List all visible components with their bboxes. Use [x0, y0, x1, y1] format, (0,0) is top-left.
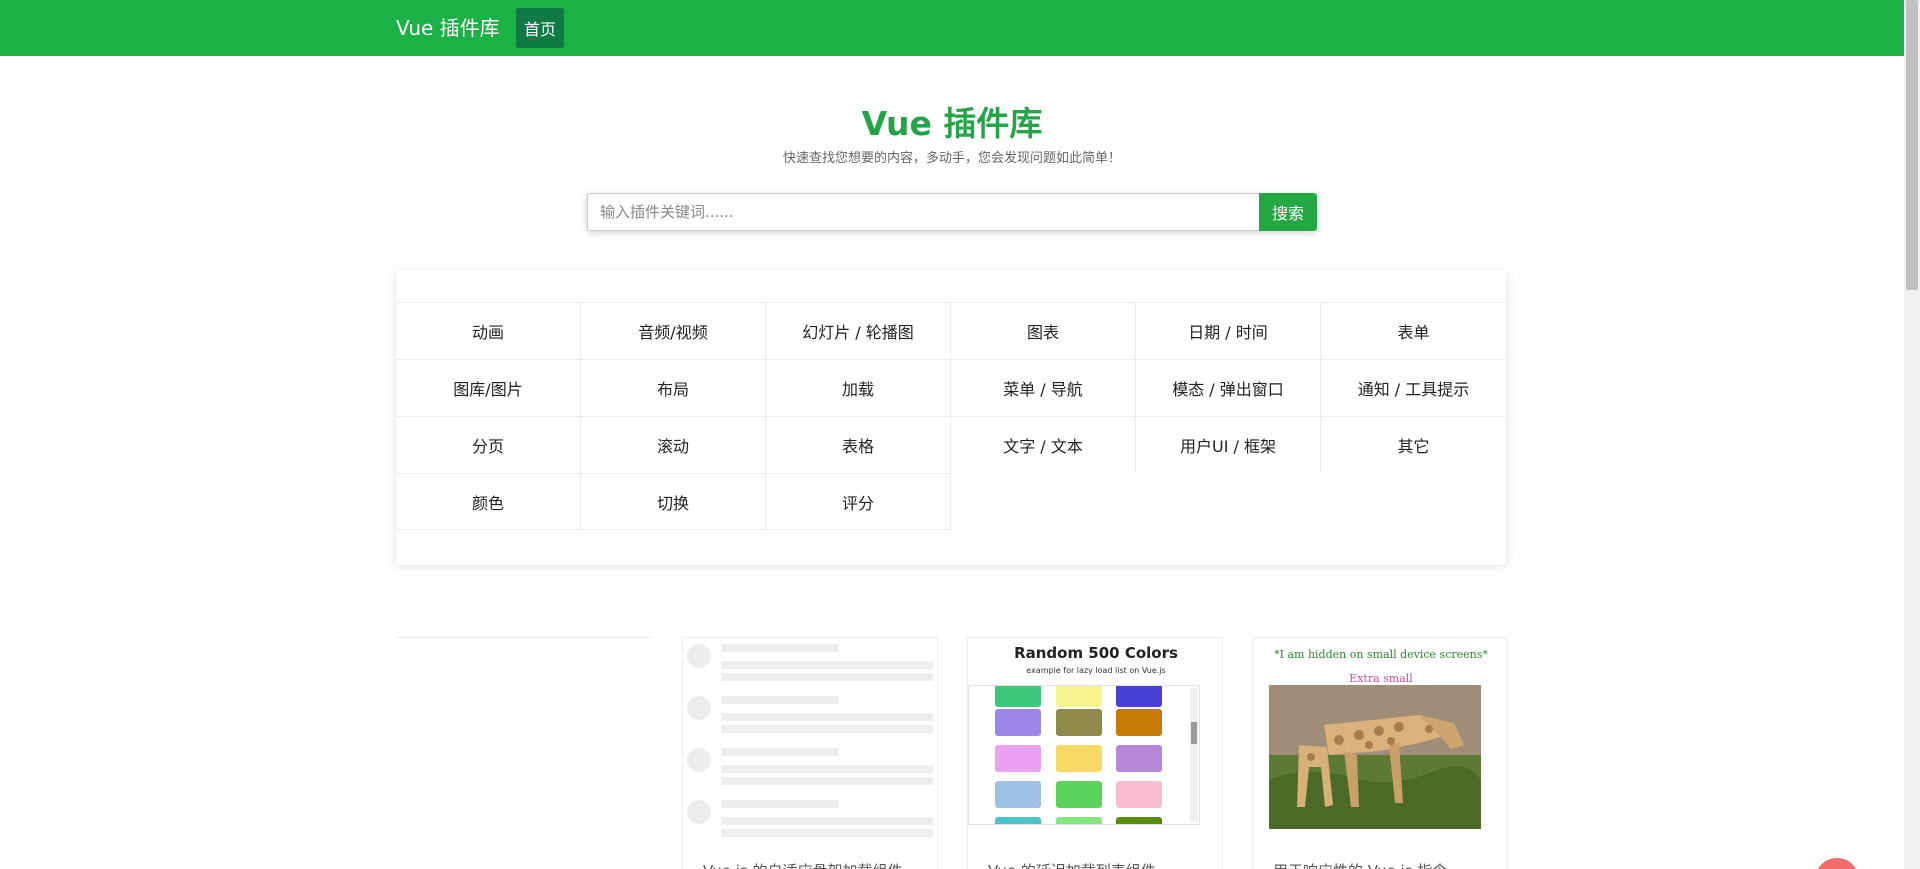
color-swatch	[995, 781, 1041, 808]
category-grid: 动画 音频/视频 幻灯片 / 轮播图 图表 日期 / 时间 表单 图库/图片 布…	[396, 302, 1506, 530]
skeleton-avatar	[687, 644, 711, 668]
skeleton-row	[687, 642, 933, 692]
skeleton-line	[721, 765, 933, 773]
card-placeholder-divider	[396, 637, 652, 638]
skeleton-line	[721, 696, 839, 704]
card-image-caption: *I am hidden on small device screens*	[1274, 648, 1488, 661]
skeleton-avatar	[687, 800, 711, 824]
color-swatch	[1116, 686, 1162, 707]
skeleton-line	[721, 748, 839, 756]
page-subtitle: 快速查找您想要的内容，多动手，您会发现问题如此简单！	[782, 151, 1121, 166]
category-item[interactable]: 表格	[766, 416, 951, 473]
category-item[interactable]: 文字 / 文本	[951, 416, 1136, 473]
skeleton-line	[721, 725, 933, 733]
color-swatch	[1116, 709, 1162, 736]
skeleton-line	[721, 817, 933, 825]
page-scrollbar[interactable]	[1904, 0, 1920, 869]
category-item[interactable]: 音频/视频	[581, 302, 766, 359]
category-item[interactable]: 菜单 / 导航	[951, 359, 1136, 416]
card-title[interactable]: 用于响应性的 Vue.js 指令	[1273, 860, 1447, 869]
color-swatch	[1056, 709, 1102, 736]
category-item[interactable]: 分页	[396, 416, 581, 473]
skeleton-row	[687, 746, 933, 796]
category-item[interactable]: 布局	[581, 359, 766, 416]
skeleton-row	[687, 694, 933, 744]
plugin-card[interactable]: Random 500 Colors example for lazy load …	[967, 637, 1223, 869]
card-title[interactable]: Vue.js 的自适应骨架加载组件	[703, 860, 903, 869]
top-navbar: Vue 插件库 首页	[0, 0, 1904, 56]
category-item[interactable]: 滚动	[581, 416, 766, 473]
color-swatch	[995, 745, 1041, 772]
skeleton-line	[721, 829, 933, 837]
color-swatch	[1056, 817, 1102, 824]
color-swatch	[995, 709, 1041, 736]
category-panel: 动画 音频/视频 幻灯片 / 轮播图 图表 日期 / 时间 表单 图库/图片 布…	[396, 270, 1506, 565]
card-title[interactable]: Vue 的延迟加载列表组件	[988, 860, 1156, 869]
category-item[interactable]: 图表	[951, 302, 1136, 359]
page-scrollbar-thumb[interactable]	[1906, 0, 1918, 290]
color-swatch	[995, 686, 1041, 707]
skeleton-line	[721, 713, 933, 721]
plugin-card[interactable]: *I am hidden on small device screens* Ex…	[1252, 637, 1508, 869]
category-item[interactable]: 其它	[1321, 416, 1506, 473]
card-image-subtitle: example for lazy load list on Vue.js	[1026, 666, 1166, 675]
category-item[interactable]: 日期 / 时间	[1136, 302, 1321, 359]
skeleton-line	[721, 661, 933, 669]
color-list-preview	[968, 685, 1200, 825]
category-item[interactable]: 动画	[396, 302, 581, 359]
category-item[interactable]: 切换	[581, 473, 766, 530]
category-item[interactable]: 图库/图片	[396, 359, 581, 416]
floating-badge[interactable]	[1815, 858, 1859, 869]
giraffe-image	[1269, 685, 1481, 829]
color-swatch	[1056, 745, 1102, 772]
category-item[interactable]: 评分	[766, 473, 951, 530]
skeleton-line	[721, 777, 933, 785]
color-swatch	[1116, 745, 1162, 772]
brand-logo-link[interactable]: Vue 插件库	[396, 15, 500, 41]
card-image-label: Extra small	[1349, 672, 1413, 685]
category-item[interactable]: 幻灯片 / 轮播图	[766, 302, 951, 359]
skeleton-row	[687, 798, 933, 848]
category-item[interactable]: 模态 / 弹出窗口	[1136, 359, 1321, 416]
search-button[interactable]: 搜索	[1259, 193, 1317, 231]
skeleton-line	[721, 644, 839, 652]
category-item[interactable]: 颜色	[396, 473, 581, 530]
color-swatch	[995, 817, 1041, 824]
color-swatch	[1116, 817, 1162, 824]
category-item[interactable]: 加载	[766, 359, 951, 416]
skeleton-avatar	[687, 748, 711, 772]
search-input[interactable]	[587, 193, 1259, 231]
skeleton-line	[721, 673, 933, 681]
color-swatch	[1056, 781, 1102, 808]
color-swatch	[1056, 686, 1102, 707]
skeleton-avatar	[687, 696, 711, 720]
plugin-card[interactable]: Vue.js 的自适应骨架加载组件	[682, 637, 938, 869]
category-item[interactable]: 通知 / 工具提示	[1321, 359, 1506, 416]
nav-home-link[interactable]: 首页	[516, 8, 564, 48]
category-item[interactable]: 表单	[1321, 302, 1506, 359]
card-image-title: Random 500 Colors	[1014, 644, 1178, 662]
category-item[interactable]: 用户UI / 框架	[1136, 416, 1321, 473]
search-bar: 搜索	[587, 193, 1317, 231]
page-title: Vue 插件库	[861, 104, 1043, 143]
skeleton-line	[721, 800, 839, 808]
preview-scrollbar	[1190, 688, 1198, 822]
color-swatch	[1116, 781, 1162, 808]
